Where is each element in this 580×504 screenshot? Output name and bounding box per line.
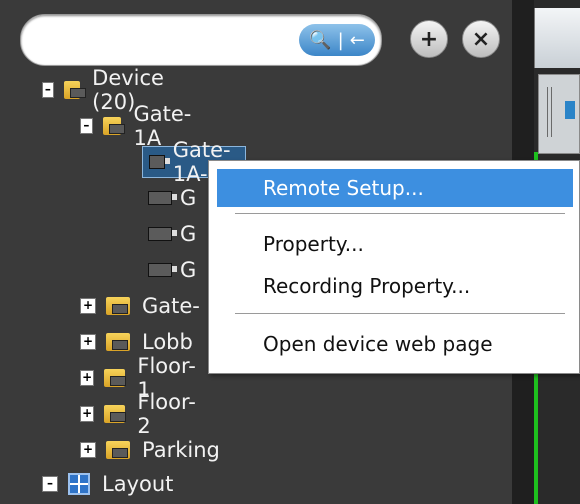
search-buttons: 🔍 | ← xyxy=(299,24,375,56)
tree-item-layout[interactable]: – Layout xyxy=(42,466,173,502)
right-grip[interactable] xyxy=(538,74,580,154)
tree-item-cam-3[interactable]: G xyxy=(148,216,196,252)
collapse-toggle-icon[interactable]: – xyxy=(80,118,93,134)
view-icon xyxy=(565,101,575,119)
camera-icon xyxy=(148,227,177,241)
tree-item-group[interactable]: + Gate- xyxy=(80,288,200,324)
grip-lines-icon xyxy=(547,87,552,137)
menu-item-label: Open device web page xyxy=(263,332,493,356)
expand-toggle-icon[interactable]: + xyxy=(80,442,96,458)
menu-item-remote-setup[interactable]: Remote Setup... xyxy=(217,169,573,207)
folder-icon xyxy=(106,441,130,459)
tree-item-cam-2[interactable]: G xyxy=(148,180,196,216)
folder-icon xyxy=(106,333,130,351)
tree-item-label: Parking xyxy=(142,438,220,462)
expand-toggle-icon[interactable]: + xyxy=(80,334,96,350)
folder-icon xyxy=(106,297,130,315)
menu-item-label: Property... xyxy=(263,232,364,256)
menu-item-label: Recording Property... xyxy=(263,274,471,298)
camera-icon xyxy=(149,155,170,169)
tree-item-label: G xyxy=(180,186,197,210)
folder-icon xyxy=(104,405,127,423)
expand-toggle-icon[interactable]: + xyxy=(80,370,95,386)
tree-item-label: Layout xyxy=(102,472,174,496)
collapse-toggle-icon[interactable]: – xyxy=(42,82,54,98)
collapse-toggle-icon[interactable]: – xyxy=(42,476,58,492)
tree-item-label: Floor-2 xyxy=(137,390,196,438)
tree-item-label: Gate- xyxy=(142,294,200,318)
menu-separator xyxy=(235,313,565,314)
folder-icon xyxy=(104,369,127,387)
right-toolbar xyxy=(534,8,580,68)
tree-item-label: Lobb xyxy=(142,330,193,354)
tree-item-label: G xyxy=(180,222,197,246)
menu-item-property[interactable]: Property... xyxy=(209,225,579,263)
menu-item-open-web-page[interactable]: Open device web page xyxy=(209,325,579,363)
layout-icon xyxy=(68,473,90,495)
search-divider: | xyxy=(337,29,344,51)
back-arrow-icon[interactable]: ← xyxy=(350,30,365,51)
search-icon[interactable]: 🔍 xyxy=(309,30,331,51)
add-button[interactable]: + xyxy=(410,20,448,58)
folder-add-icon xyxy=(63,81,86,99)
tree-item-group[interactable]: + Parking xyxy=(80,432,220,468)
expand-toggle-icon[interactable]: + xyxy=(80,298,96,314)
search-box: 🔍 | ← xyxy=(20,14,382,66)
menu-separator xyxy=(235,213,565,214)
tree-item-label: G xyxy=(180,258,197,282)
menu-item-label: Remote Setup... xyxy=(263,176,424,200)
expand-toggle-icon[interactable]: + xyxy=(80,406,95,422)
camera-icon xyxy=(148,191,177,205)
remove-button[interactable]: × xyxy=(462,20,500,58)
context-menu: Remote Setup... Property... Recording Pr… xyxy=(208,160,580,374)
folder-icon xyxy=(102,117,125,135)
tree-item-group[interactable]: + Floor-2 xyxy=(80,390,200,438)
tree-item-cam-4[interactable]: G xyxy=(148,252,196,288)
search-input[interactable] xyxy=(43,25,297,55)
menu-item-recording-property[interactable]: Recording Property... xyxy=(209,267,579,305)
camera-icon xyxy=(148,263,177,277)
